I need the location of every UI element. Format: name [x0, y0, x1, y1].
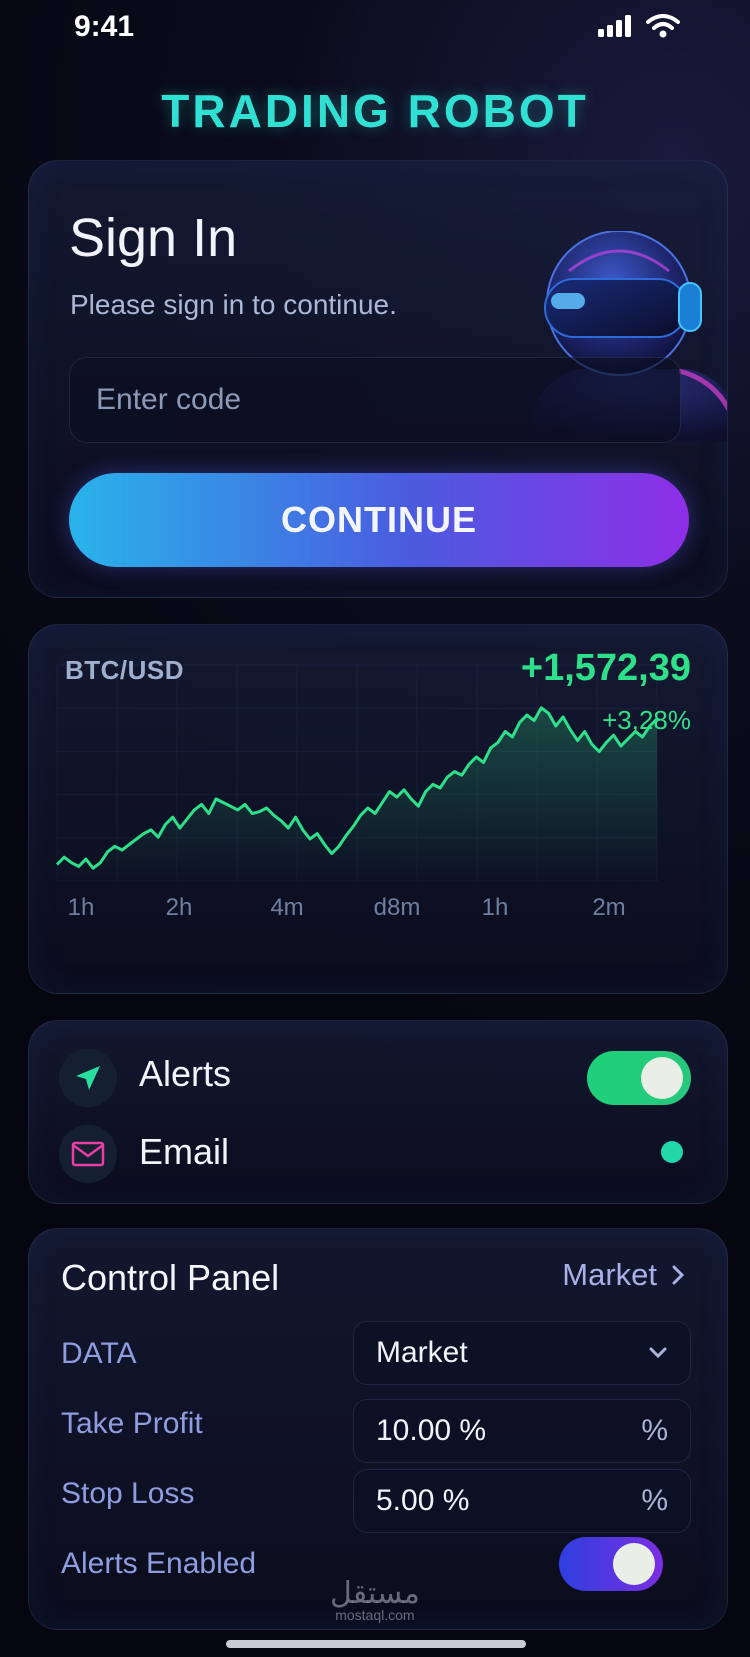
- ticker-pair: BTC/USD: [65, 655, 185, 685]
- signin-subtitle: Please sign in to continue.: [70, 289, 397, 320]
- alerts-enabled-label: Alerts Enabled: [61, 1547, 257, 1580]
- control-panel-market-link[interactable]: Market: [562, 1257, 685, 1293]
- market-link-label: Market: [562, 1257, 657, 1292]
- email-icon-wrap: [59, 1125, 117, 1183]
- home-indicator[interactable]: [226, 1640, 526, 1648]
- chevron-right-icon: [672, 1265, 685, 1285]
- take-profit-input[interactable]: 10.00 % %: [353, 1399, 691, 1463]
- ticker-price: +1,572,39: [520, 647, 691, 689]
- x-tick-label: 1h: [68, 894, 95, 921]
- chevron-down-icon: [649, 1347, 667, 1359]
- stop-loss-input[interactable]: 5.00 % %: [353, 1469, 691, 1533]
- x-tick-label: 4m: [270, 894, 303, 921]
- stop-loss-label: Stop Loss: [61, 1477, 195, 1510]
- app-title: TRADING ROBOT: [161, 85, 589, 137]
- code-input[interactable]: [69, 357, 681, 443]
- signin-card: Sign In Please sign in to continue. Ente…: [28, 160, 728, 598]
- stop-loss-value: 5.00 %: [376, 1484, 470, 1517]
- wifi-icon: [646, 14, 680, 38]
- watermark-arabic: مستقل: [330, 1576, 420, 1611]
- chart-card: 1h 2h 4m d8m 1h 2m BTC/USD +1,572,39 +3,28%: [28, 624, 728, 994]
- email-status-dot: [661, 1141, 683, 1163]
- alerts-label: Alerts: [139, 1053, 232, 1094]
- signin-title: Sign In: [69, 208, 238, 268]
- continue-button[interactable]: CONTINUE: [69, 473, 689, 567]
- x-tick-label: 2h: [166, 894, 193, 921]
- send-icon: [76, 1066, 100, 1090]
- alerts-icon-wrap: [59, 1049, 117, 1107]
- signal-icon: [598, 15, 631, 37]
- data-select-value: Market: [376, 1336, 468, 1369]
- data-label: DATA: [61, 1337, 137, 1370]
- email-label: Email: [139, 1131, 230, 1172]
- notifications-card: Alerts Email: [28, 1020, 728, 1204]
- x-tick-label: 1h: [482, 894, 509, 921]
- control-panel-title: Control Panel: [61, 1257, 280, 1298]
- alerts-enabled-toggle-knob: [613, 1543, 655, 1585]
- alerts-toggle-knob: [641, 1057, 683, 1099]
- control-panel-card: Control Panel Market DATA Market Take Pr…: [28, 1228, 728, 1630]
- x-tick-label: d8m: [374, 894, 421, 921]
- take-profit-unit: %: [641, 1414, 668, 1447]
- stop-loss-unit: %: [641, 1484, 668, 1517]
- chart-x-ticks: 1h 2h 4m d8m 1h 2m: [68, 894, 626, 921]
- data-select[interactable]: Market: [353, 1321, 691, 1385]
- watermark-latin: mostaql.com: [335, 1607, 415, 1623]
- alerts-enabled-toggle[interactable]: [559, 1537, 663, 1591]
- x-tick-label: 2m: [592, 894, 625, 921]
- ticker-change-pct: +3,28%: [602, 705, 691, 735]
- take-profit-label: Take Profit: [61, 1407, 203, 1440]
- take-profit-value: 10.00 %: [376, 1414, 487, 1447]
- envelope-icon: [71, 1141, 105, 1167]
- alerts-toggle[interactable]: [587, 1051, 691, 1105]
- status-icons: [598, 14, 680, 38]
- watermark: مستقل mostaql.com: [330, 1576, 420, 1623]
- status-time: 9:41: [74, 10, 135, 43]
